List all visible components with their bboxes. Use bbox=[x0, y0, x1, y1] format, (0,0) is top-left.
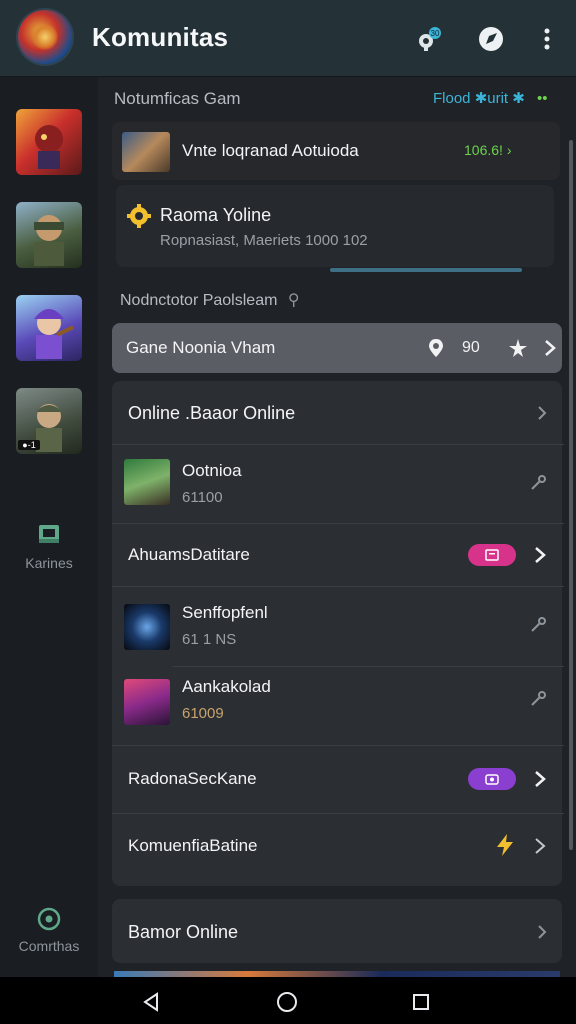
list-item-achievements-label: AhuamsDatitare bbox=[128, 545, 250, 564]
lightning-icon bbox=[492, 832, 518, 858]
bottom-card[interactable]: Bamor Online bbox=[112, 899, 562, 963]
radio-pill bbox=[468, 768, 516, 790]
recents-icon[interactable] bbox=[410, 991, 432, 1013]
notification-icon[interactable]: 30 bbox=[414, 24, 444, 54]
list-item-game2-sub: 61 1 NS bbox=[182, 631, 237, 648]
list-item-game3-title: Aankakolad bbox=[182, 677, 271, 696]
section2-title: Nodnctotor Paolsleam ⚲ bbox=[120, 290, 300, 310]
list-item-achievements[interactable]: AhuamsDatitare bbox=[112, 524, 562, 586]
sidebar: ●-1 Karines Comrthas bbox=[0, 77, 98, 977]
wrench-icon bbox=[528, 473, 548, 493]
back-icon[interactable] bbox=[140, 991, 162, 1013]
location-icon bbox=[428, 338, 444, 358]
highlight-row-label: Gane Noonia Vham bbox=[126, 338, 276, 357]
list-item-community[interactable]: KomuenfiaBatine bbox=[112, 814, 562, 884]
pin-icon: ⚲ bbox=[287, 292, 300, 309]
community-icon[interactable] bbox=[37, 907, 61, 931]
sidebar-game-1-avatar[interactable] bbox=[16, 109, 82, 175]
feed-card-title: Raoma Yoline bbox=[160, 205, 272, 225]
list-item-radio[interactable]: RadonaSecKane bbox=[112, 746, 562, 812]
list-item-game2[interactable]: Senffopfenl 61 1 NS bbox=[112, 587, 562, 665]
highlight-row-count: 90 bbox=[462, 339, 480, 356]
list-item-game1[interactable]: Ootnioa 61100 bbox=[112, 445, 562, 523]
list-item-game1-sub: 61100 bbox=[182, 489, 223, 506]
library-icon[interactable] bbox=[37, 523, 61, 547]
feed-card-subtitle: Ropnasiast, Maeriets 1000 102 bbox=[160, 232, 368, 249]
feed-filter-link[interactable]: Flood ✱urit ✱ •• bbox=[433, 89, 548, 107]
list-item-game3-sub: 61009 bbox=[182, 705, 224, 722]
list-item-online[interactable]: Online .Baaor Online bbox=[112, 381, 562, 443]
sidebar-label-karines[interactable]: Karines bbox=[0, 555, 98, 571]
chevron-right-icon bbox=[532, 403, 552, 423]
list-item-game1-title: Ootnioa bbox=[182, 461, 242, 480]
list-item-community-label: KomuenfiaBatine bbox=[128, 836, 258, 855]
list-item-radio-label: RadonaSecKane bbox=[128, 769, 257, 788]
home-icon[interactable] bbox=[275, 990, 299, 1014]
sidebar-label-comrthas[interactable]: Comrthas bbox=[0, 938, 98, 954]
feed-item-top-title: Vnte loqranad Aotuioda bbox=[182, 141, 359, 160]
chevron-right-icon bbox=[540, 338, 560, 358]
achievements-pill bbox=[468, 544, 516, 566]
menu-list: Online .Baaor Online Ootnioa 61100 Ahuam… bbox=[112, 381, 564, 886]
svg-text:●-1: ●-1 bbox=[22, 440, 35, 450]
gear-icon bbox=[126, 203, 152, 229]
app-bar: Komunitas 30 bbox=[0, 0, 576, 77]
system-nav-bar bbox=[0, 977, 576, 1024]
feed-card-progress bbox=[330, 268, 522, 272]
chevron-right-icon bbox=[532, 922, 552, 942]
more-menu-icon[interactable] bbox=[532, 24, 562, 54]
list-item-game3[interactable]: Aankakolad 61009 bbox=[112, 667, 562, 745]
app-logo[interactable] bbox=[18, 10, 72, 64]
chevron-right-icon bbox=[530, 545, 550, 565]
app-title: Komunitas bbox=[92, 22, 229, 52]
list-item-game3-thumbnail bbox=[124, 679, 170, 725]
sidebar-game-4-avatar[interactable]: ●-1 bbox=[16, 388, 82, 454]
bottom-card-label: Bamor Online bbox=[128, 922, 239, 942]
section2-title-text: Nodnctotor Paolsleam bbox=[120, 292, 278, 309]
svg-text:30: 30 bbox=[431, 29, 440, 38]
main-content: Notumficas Gam Flood ✱urit ✱ •• Vnte loq… bbox=[98, 77, 576, 977]
compass-icon[interactable] bbox=[476, 24, 506, 54]
scrollbar[interactable] bbox=[569, 140, 573, 850]
feed-item-top-badge-text: 106.6! › bbox=[464, 142, 512, 158]
list-item-game2-thumbnail bbox=[124, 604, 170, 650]
wrench-icon bbox=[528, 615, 548, 635]
sidebar-game-3-avatar[interactable] bbox=[16, 295, 82, 361]
list-item-game2-title: Senffopfenl bbox=[182, 603, 268, 622]
feed-filter-dots: •• bbox=[537, 90, 548, 107]
pin-star-icon bbox=[506, 336, 530, 360]
feed-filter-label: Flood ✱urit ✱ bbox=[433, 90, 525, 107]
feed-item-top-badge: 106.6! › bbox=[464, 142, 511, 158]
sidebar-game-2-avatar[interactable] bbox=[16, 202, 82, 268]
list-item-online-label: Online .Baaor Online bbox=[128, 403, 296, 423]
feed-card[interactable]: Raoma Yoline Ropnasiast, Maeriets 1000 1… bbox=[116, 185, 554, 272]
list-item-game1-thumbnail bbox=[124, 459, 170, 505]
feed-item-top-thumbnail bbox=[122, 132, 170, 172]
highlight-row[interactable]: Gane Noonia Vham 90 bbox=[112, 323, 562, 373]
feed-item-top[interactable]: Vnte loqranad Aotuioda 106.6! › bbox=[112, 122, 560, 180]
wrench-icon bbox=[528, 689, 548, 709]
chevron-right-icon bbox=[530, 836, 550, 856]
feed-section-title: Notumficas Gam bbox=[114, 89, 241, 108]
chevron-right-icon bbox=[530, 769, 550, 789]
